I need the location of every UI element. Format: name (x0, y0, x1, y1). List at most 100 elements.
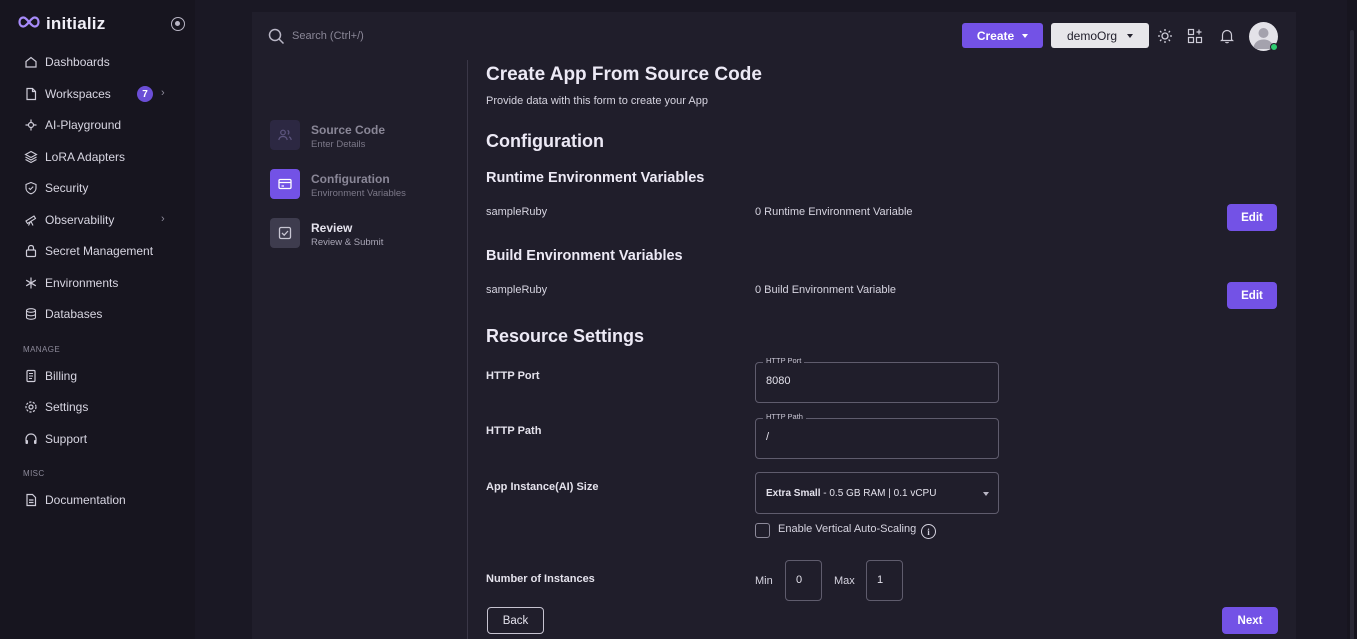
caret-down-icon (1127, 33, 1134, 38)
database-icon (24, 307, 38, 321)
apps-grid-icon[interactable] (1186, 27, 1204, 45)
sidebar-item-label: Observability (45, 213, 115, 227)
back-button[interactable]: Back (487, 607, 544, 634)
vertical-autoscaling-label: Enable Vertical Auto-Scaling (778, 523, 917, 535)
sidebar-item-billing[interactable]: Billing (0, 363, 195, 389)
max-instances-label: Max (834, 575, 855, 587)
bell-icon[interactable] (1218, 27, 1236, 45)
step-title: Source Code (311, 123, 386, 137)
build-env-count: 0 Build Environment Variable (755, 284, 897, 296)
headset-icon (24, 432, 38, 446)
card-icon (270, 169, 300, 199)
section-label-manage: MANAGE (23, 345, 61, 354)
sun-icon[interactable] (1156, 27, 1174, 45)
min-instances-field[interactable] (785, 560, 822, 601)
caret-down-icon (1022, 33, 1029, 38)
step-subtitle: Enter Details (311, 139, 366, 150)
configuration-heading: Configuration (486, 131, 604, 151)
online-status-dot (1270, 43, 1278, 51)
scrollbar-thumb[interactable] (1350, 30, 1354, 639)
step-subtitle: Review & Submit (311, 237, 384, 248)
org-selector[interactable]: demoOrg (1051, 23, 1149, 48)
runtime-env-count: 0 Runtime Environment Variable (755, 206, 913, 218)
brand[interactable]: initializ (18, 14, 105, 34)
sidebar-collapse-icon[interactable] (171, 17, 185, 31)
caret-down-icon (983, 492, 989, 496)
checkbox-icon (270, 218, 300, 248)
sidebar-item-label: Dashboards (45, 55, 110, 69)
sidebar-item-environments[interactable]: Environments (0, 270, 195, 296)
org-selector-label: demoOrg (1066, 28, 1118, 43)
layers-icon (24, 150, 38, 164)
step-source-code[interactable]: Source Code Enter Details (270, 120, 460, 152)
page-title: Create App From Source Code (486, 64, 762, 85)
brand-name: initializ (46, 14, 106, 33)
sidebar-item-label: Documentation (45, 493, 126, 507)
document-icon (24, 493, 38, 507)
sidebar-item-workspaces[interactable]: Workspaces 7 › (0, 81, 195, 107)
runtime-env-heading: Runtime Environment Variables (486, 170, 705, 186)
step-subtitle: Environment Variables (311, 188, 406, 199)
sidebar-item-label: AI-Playground (45, 118, 122, 132)
sidebar-item-label: Settings (45, 400, 89, 414)
instance-size-select[interactable]: Extra Small - 0.5 GB RAM | 0.1 vCPU (755, 472, 999, 514)
sidebar-item-label: Security (45, 181, 89, 195)
main-panel: Create demoOrg Source Code Enter Details… (252, 12, 1296, 639)
http-path-field[interactable]: HTTP Path (755, 412, 999, 459)
ai-icon (24, 118, 38, 132)
edit-build-env-button[interactable]: Edit (1227, 282, 1277, 309)
max-instances-input[interactable] (877, 574, 897, 586)
sidebar-item-label: Workspaces (45, 87, 111, 101)
instance-size-name: Extra Small (766, 487, 821, 499)
search-icon (268, 28, 285, 50)
http-port-input[interactable] (766, 375, 986, 387)
sidebar-item-security[interactable]: Security (0, 175, 195, 201)
instance-size-label: App Instance(AI) Size (486, 481, 599, 493)
sidebar-item-settings[interactable]: Settings (0, 394, 195, 420)
vertical-autoscaling-checkbox[interactable] (755, 523, 770, 538)
snowflake-icon (24, 276, 38, 290)
search-input[interactable] (292, 27, 592, 45)
info-icon[interactable]: i (921, 524, 936, 539)
gear-icon (24, 400, 38, 414)
chevron-right-icon: › (161, 213, 165, 225)
edit-runtime-env-button[interactable]: Edit (1227, 204, 1277, 231)
create-button[interactable]: Create (962, 23, 1043, 48)
telescope-icon (24, 213, 38, 227)
sidebar-item-lora-adapters[interactable]: LoRA Adapters (0, 144, 195, 170)
sidebar-item-documentation[interactable]: Documentation (0, 487, 195, 513)
sidebar-item-ai-playground[interactable]: AI-Playground (0, 112, 195, 138)
sidebar-item-label: Environments (45, 276, 119, 290)
sidebar-item-dashboards[interactable]: Dashboards (0, 49, 195, 75)
sidebar-item-label: Databases (45, 307, 103, 321)
sidebar-item-label: Billing (45, 369, 78, 383)
step-title: Configuration (311, 172, 390, 186)
min-instances-label: Min (755, 575, 773, 587)
instance-size-detail: - 0.5 GB RAM | 0.1 vCPU (820, 487, 937, 499)
sidebar-item-label: LoRA Adapters (45, 150, 126, 164)
home-icon (24, 55, 38, 69)
sidebar-item-secret-management[interactable]: Secret Management (0, 238, 195, 264)
sidebar-item-support[interactable]: Support (0, 426, 195, 452)
http-port-field[interactable]: HTTP Port (755, 356, 999, 403)
runtime-app-name: sampleRuby (486, 206, 548, 218)
sidebar-item-databases[interactable]: Databases (0, 301, 195, 327)
resource-settings-heading: Resource Settings (486, 326, 645, 346)
http-path-legend: HTTP Path (763, 412, 806, 421)
chevron-right-icon: › (161, 87, 165, 99)
sidebar-item-label: Secret Management (45, 244, 154, 258)
shield-icon (24, 181, 38, 195)
users-icon (270, 120, 300, 150)
build-app-name: sampleRuby (486, 284, 548, 296)
section-label-misc: MISC (23, 469, 45, 478)
http-path-input[interactable] (766, 431, 986, 443)
min-instances-input[interactable] (796, 574, 816, 586)
max-instances-field[interactable] (866, 560, 903, 601)
step-configuration[interactable]: Configuration Environment Variables (270, 169, 460, 201)
sidebar-item-observability[interactable]: Observability › (0, 207, 195, 233)
instances-label: Number of Instances (486, 573, 595, 585)
file-icon (24, 87, 38, 101)
receipt-icon (24, 369, 38, 383)
next-button[interactable]: Next (1222, 607, 1278, 634)
step-review[interactable]: Review Review & Submit (270, 218, 460, 250)
